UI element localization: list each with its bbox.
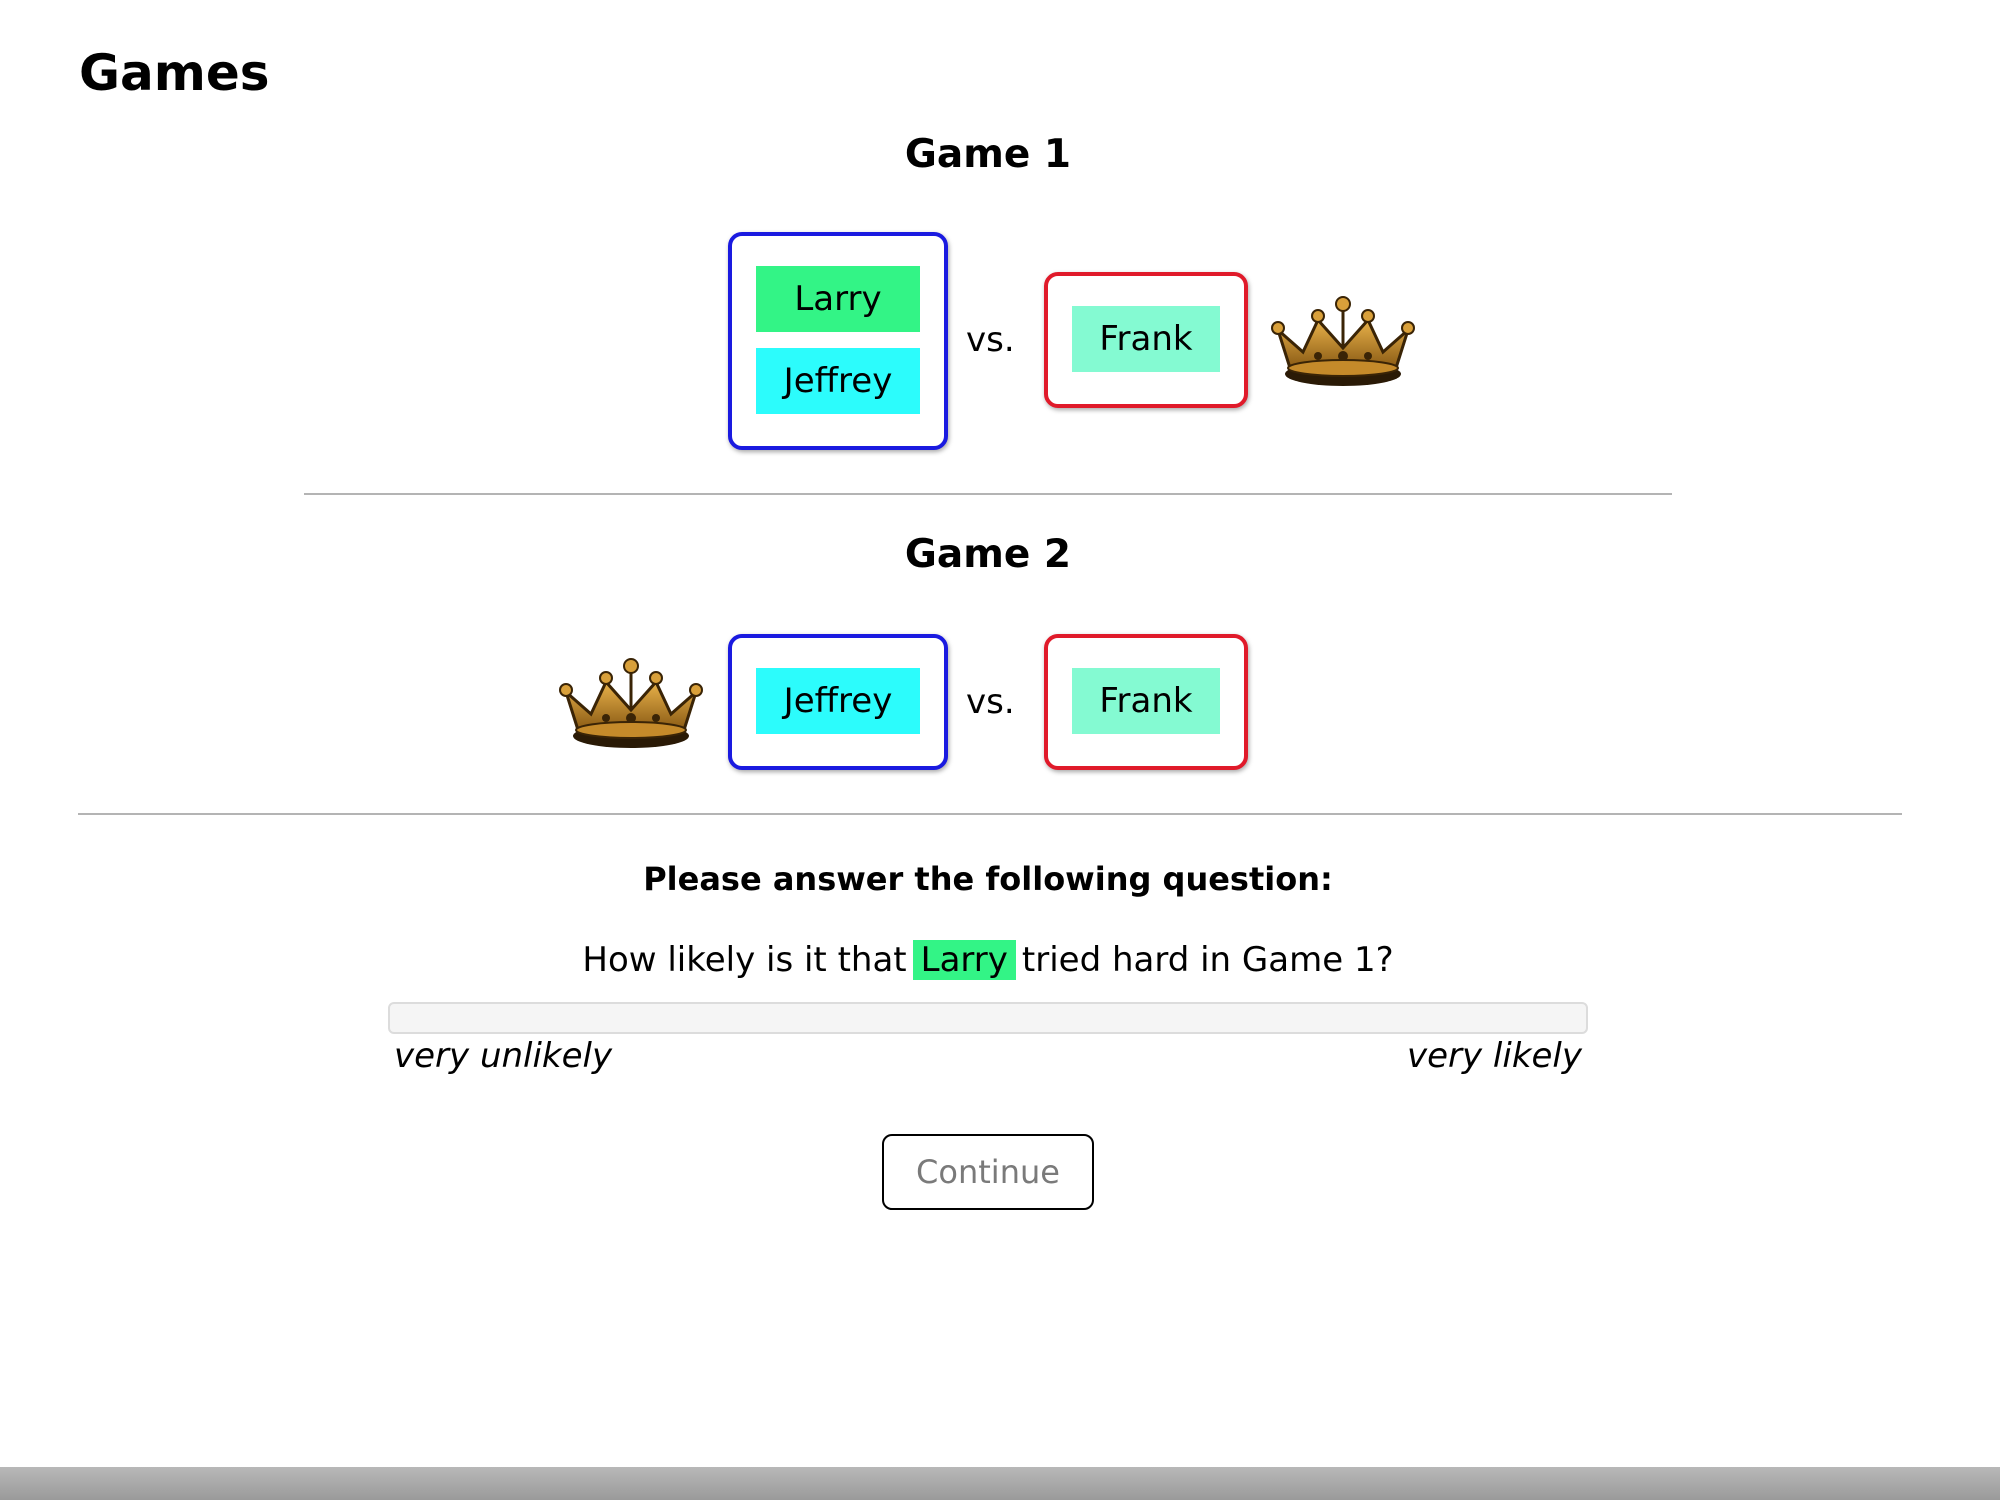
player-jeffrey: Jeffrey [756, 668, 920, 734]
player-frank: Frank [1072, 668, 1220, 734]
game-2-heading: Game 2 [904, 532, 1072, 577]
player-frank: Frank [1072, 306, 1220, 372]
slider-max-label: very likely [1406, 1036, 1582, 1076]
game-2-right-team: Frank [1044, 634, 1248, 770]
game-1-right-team: Frank [1044, 272, 1248, 408]
game-divider [304, 493, 1672, 495]
game-2-left-team: Jeffrey [728, 634, 948, 770]
game-2-vs: vs. [966, 682, 1015, 722]
question-prefix: How likely is it that [582, 940, 907, 980]
section-divider [78, 813, 1902, 815]
question-subject: Larry [912, 940, 1016, 980]
game-2-winner-crown-icon [559, 658, 703, 748]
page-title: Games [79, 44, 270, 102]
player-larry: Larry [756, 266, 920, 332]
game-1-left-team: Larry Jeffrey [728, 232, 948, 450]
game-1-winner-crown-icon [1271, 296, 1415, 386]
window-bottom-bar [0, 1467, 2000, 1500]
games-page: Games Game 1 Larry Jeffrey vs. Frank Gam… [0, 0, 2000, 1500]
likelihood-slider[interactable] [388, 1002, 1588, 1034]
question-suffix: tried hard in Game 1? [1021, 940, 1394, 980]
question-text: How likely is it that Larry tried hard in … [0, 940, 1976, 980]
continue-button[interactable]: Continue [882, 1134, 1094, 1210]
question-heading: Please answer the following question: [643, 860, 1333, 898]
game-1-heading: Game 1 [904, 132, 1072, 177]
player-jeffrey: Jeffrey [756, 348, 920, 414]
slider-min-label: very unlikely [394, 1036, 613, 1076]
game-1-vs: vs. [966, 320, 1015, 360]
